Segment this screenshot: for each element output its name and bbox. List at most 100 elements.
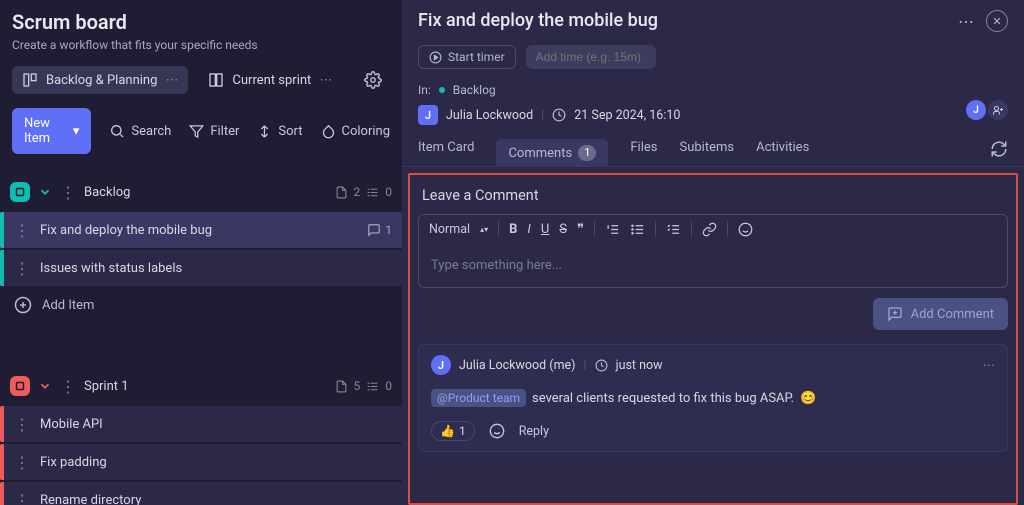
emoji: 😊: [800, 391, 816, 406]
plus-circle-icon: [14, 296, 32, 314]
new-item-button[interactable]: New Item ▾: [12, 108, 91, 154]
drag-handle-icon[interactable]: ⋮: [60, 183, 76, 202]
quote-button[interactable]: ❞: [577, 221, 584, 237]
assignee-name[interactable]: Julia Lockwood: [446, 108, 533, 123]
search-button[interactable]: Search: [109, 123, 171, 139]
tab-label: Current sprint: [232, 73, 311, 88]
subitems-icon: [366, 186, 379, 199]
list-item[interactable]: ⋮ Issues with status labels: [0, 250, 402, 286]
group-header-sprint1[interactable]: ⋮ Sprint 1 5 0: [0, 368, 402, 404]
in-value[interactable]: Backlog: [453, 83, 496, 97]
list-item[interactable]: ⋮ Fix padding: [0, 444, 402, 480]
checklist-button[interactable]: [666, 222, 681, 237]
tab-files[interactable]: Files: [630, 140, 657, 165]
tab-item-card[interactable]: Item Card: [418, 140, 474, 165]
comment-editor[interactable]: Normal▴▾ B I U S ❞ Type: [418, 214, 1008, 288]
sort-button[interactable]: Sort: [257, 124, 302, 139]
subitems-icon: [366, 380, 379, 393]
drag-handle-icon[interactable]: ⋮: [14, 259, 30, 278]
comment-author[interactable]: Julia Lockwood (me): [459, 358, 576, 373]
color-bar: [0, 444, 4, 480]
emoji-button[interactable]: [738, 222, 753, 237]
chevron-down-icon[interactable]: [38, 185, 52, 199]
link-button[interactable]: [702, 222, 717, 237]
bold-button[interactable]: B: [509, 222, 517, 237]
tab-label: Comments: [508, 146, 572, 161]
left-panel: Scrum board Create a workflow that fits …: [0, 0, 402, 505]
group-header-backlog[interactable]: ⋮ Backlog 2 0: [0, 174, 402, 210]
detail-panel: Fix and deploy the mobile bug ⋯ ✕ Start …: [402, 0, 1024, 505]
doc-icon: [335, 380, 348, 393]
color-bar: [0, 406, 4, 442]
avatar[interactable]: J: [418, 105, 438, 125]
drag-handle-icon[interactable]: ⋮: [14, 453, 30, 472]
more-icon[interactable]: ⋯: [165, 73, 178, 88]
drag-handle-icon[interactable]: ⋮: [14, 491, 30, 505]
unordered-list-button[interactable]: [630, 222, 645, 237]
underline-button[interactable]: U: [541, 222, 549, 237]
add-reaction-button[interactable]: [489, 423, 505, 439]
drag-handle-icon[interactable]: ⋮: [14, 221, 30, 240]
tab-activities[interactable]: Activities: [756, 140, 809, 165]
add-item-label: Add Item: [42, 298, 94, 313]
view-tabs: Backlog & Planning ⋯ Current sprint ⋯: [12, 66, 390, 94]
sub-count: 0: [385, 185, 392, 199]
filter-icon: [189, 124, 204, 139]
tab-comments[interactable]: Comments1: [496, 139, 608, 167]
add-comment-label: Add Comment: [911, 307, 994, 322]
item-text: Mobile API: [40, 417, 103, 432]
color-bar: [0, 250, 4, 286]
more-icon[interactable]: ⋯: [319, 73, 332, 88]
color-bar: [0, 212, 4, 248]
comments-section-highlight: Leave a Comment Normal▴▾ B I U S ❞: [408, 173, 1018, 505]
item-title[interactable]: Fix and deploy the mobile bug: [418, 10, 1008, 31]
drag-handle-icon[interactable]: ⋮: [14, 415, 30, 434]
item-text: Fix and deploy the mobile bug: [40, 223, 212, 238]
gear-icon[interactable]: [364, 71, 382, 89]
avatar[interactable]: J: [431, 355, 451, 375]
comment-body: @Product team several clients requested …: [431, 389, 995, 407]
close-button[interactable]: ✕: [986, 10, 1008, 32]
avatar[interactable]: J: [966, 100, 986, 120]
page-subtitle: Create a workflow that fits your specifi…: [12, 38, 390, 52]
tab-subitems[interactable]: Subitems: [680, 140, 735, 165]
item-text: Fix padding: [40, 455, 107, 470]
start-timer-button[interactable]: Start timer: [418, 45, 516, 69]
italic-button[interactable]: I: [527, 222, 530, 237]
paragraph-style-dropdown[interactable]: Normal▴▾: [429, 222, 488, 237]
reaction-button[interactable]: 👍1: [431, 421, 475, 441]
droplet-icon: [321, 124, 336, 139]
tool-label: Sort: [278, 124, 302, 139]
start-timer-label: Start timer: [448, 50, 505, 64]
strike-button[interactable]: S: [559, 222, 567, 237]
mention[interactable]: @Product team: [431, 389, 526, 407]
tab-current-sprint[interactable]: Current sprint ⋯: [198, 66, 342, 94]
tab-backlog-planning[interactable]: Backlog & Planning ⋯: [12, 66, 188, 94]
drag-handle-icon[interactable]: ⋮: [60, 377, 76, 396]
doc-count: 2: [354, 185, 361, 199]
list-item[interactable]: ⋮ Fix and deploy the mobile bug 1: [0, 212, 402, 248]
add-item-button[interactable]: Add Item: [0, 288, 402, 322]
group-name: Backlog: [84, 185, 130, 200]
more-icon[interactable]: ⋯: [983, 357, 996, 373]
editor-placeholder[interactable]: Type something here...: [419, 244, 1007, 287]
list-item[interactable]: ⋮ Mobile API: [0, 406, 402, 442]
coloring-button[interactable]: Coloring: [321, 124, 391, 139]
add-person-button[interactable]: [988, 100, 1008, 120]
tool-label: Search: [131, 124, 171, 139]
list-item[interactable]: ⋮Rename directory: [0, 482, 402, 505]
add-comment-button[interactable]: Add Comment: [873, 298, 1008, 330]
comment-item: J Julia Lockwood (me) | just now ⋯ @Prod…: [418, 344, 1008, 452]
divider: |: [541, 108, 544, 123]
reply-button[interactable]: Reply: [519, 424, 549, 439]
add-time-input[interactable]: [526, 45, 656, 69]
comment-count[interactable]: 1: [367, 223, 392, 237]
refresh-icon[interactable]: [990, 140, 1008, 166]
in-label: In:: [418, 83, 431, 97]
filter-button[interactable]: Filter: [189, 124, 239, 139]
chevron-down-icon[interactable]: [38, 379, 52, 393]
group-checkbox[interactable]: [10, 376, 30, 396]
group-checkbox[interactable]: [10, 182, 30, 202]
ordered-list-button[interactable]: [605, 222, 620, 237]
more-icon[interactable]: ⋯: [958, 12, 974, 31]
